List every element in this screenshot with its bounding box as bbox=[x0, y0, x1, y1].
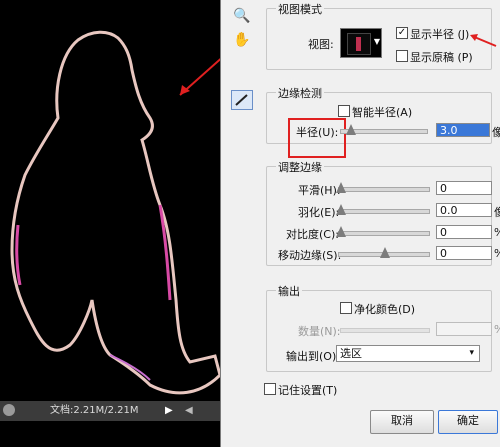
output-to-value: 选区 bbox=[340, 347, 362, 360]
remember-checkbox[interactable] bbox=[264, 383, 276, 395]
hand-icon[interactable]: ✋ bbox=[233, 32, 250, 48]
contrast-unit: % bbox=[494, 226, 500, 239]
amount-label: 数量(N): bbox=[298, 325, 341, 338]
document-size: 文档:2.21M/2.21M bbox=[50, 405, 139, 416]
status-menu-icon[interactable] bbox=[3, 404, 15, 416]
show-original-checkbox[interactable] bbox=[396, 50, 408, 62]
contrast-input[interactable]: 0 bbox=[436, 225, 492, 239]
output-title: 输出 bbox=[276, 283, 302, 299]
output-to-label: 输出到(O): bbox=[286, 350, 340, 363]
status-bar: 文档:2.21M/2.21M ▶ ◀ bbox=[0, 401, 220, 421]
tool-strip: 🔍 ✋ bbox=[220, 0, 261, 447]
magnifier-icon[interactable]: 🔍 bbox=[233, 8, 250, 24]
radius-slider[interactable] bbox=[340, 123, 428, 137]
show-radius-label: 显示半径 (J) bbox=[410, 28, 470, 41]
remember-label: 记住设置(T) bbox=[278, 384, 338, 397]
edge-detection-title: 边缘检测 bbox=[276, 85, 324, 101]
amount-input[interactable] bbox=[436, 322, 492, 336]
feather-input[interactable]: 0.0 bbox=[436, 203, 492, 217]
contrast-label: 对比度(C): bbox=[286, 228, 339, 241]
annotation-arrow bbox=[179, 58, 220, 96]
amount-slider[interactable] bbox=[340, 322, 430, 336]
smart-radius-checkbox[interactable] bbox=[338, 105, 350, 117]
cancel-button[interactable]: 取消 bbox=[370, 410, 434, 434]
shift-edge-unit: % bbox=[494, 247, 500, 260]
ok-button[interactable]: 确定 bbox=[438, 410, 498, 434]
output-to-select[interactable]: 选区 ▾ bbox=[336, 345, 480, 362]
annotation-arrow-small bbox=[470, 34, 497, 47]
feather-slider[interactable] bbox=[336, 203, 430, 217]
contrast-slider[interactable] bbox=[336, 225, 430, 239]
smooth-label: 平滑(H): bbox=[298, 184, 341, 197]
radius-input[interactable]: 3.0 bbox=[436, 123, 490, 137]
show-original-label: 显示原稿 (P) bbox=[410, 51, 473, 64]
show-radius-checkbox[interactable]: ✓ bbox=[396, 27, 408, 39]
smooth-slider[interactable] bbox=[336, 181, 430, 195]
smooth-input[interactable]: 0 bbox=[436, 181, 492, 195]
status-arrow-icon[interactable]: ▶ bbox=[165, 401, 173, 421]
refine-edge-dialog: 视图模式 视图: ▼ ✓ 显示半径 (J) 显示原稿 (P) 边缘检测 智能半径… bbox=[260, 0, 500, 447]
shift-edge-label: 移动边缘(S): bbox=[278, 249, 342, 262]
decontaminate-label: 净化颜色(D) bbox=[354, 303, 416, 316]
smart-radius-label: 智能半径(A) bbox=[352, 106, 413, 119]
radius-unit: 像 bbox=[492, 126, 500, 139]
amount-unit: % bbox=[494, 323, 500, 336]
view-thumbnail-dropdown[interactable]: ▼ bbox=[340, 28, 382, 58]
feather-label: 羽化(E): bbox=[298, 206, 340, 219]
image-canvas[interactable]: 文档:2.21M/2.21M ▶ ◀ bbox=[0, 0, 220, 447]
scroll-left-icon[interactable]: ◀ bbox=[185, 401, 193, 421]
view-label: 视图: bbox=[308, 38, 334, 51]
adjust-edge-title: 调整边缘 bbox=[276, 159, 324, 175]
chevron-down-icon: ▾ bbox=[469, 348, 474, 358]
refine-brush-icon[interactable] bbox=[231, 90, 253, 110]
radius-highlight-box bbox=[288, 118, 346, 158]
feather-unit: 像 bbox=[494, 206, 500, 219]
shift-edge-slider[interactable] bbox=[338, 246, 430, 260]
decontaminate-checkbox[interactable] bbox=[340, 302, 352, 314]
view-mode-title: 视图模式 bbox=[276, 1, 324, 17]
shift-edge-input[interactable]: 0 bbox=[436, 246, 492, 260]
